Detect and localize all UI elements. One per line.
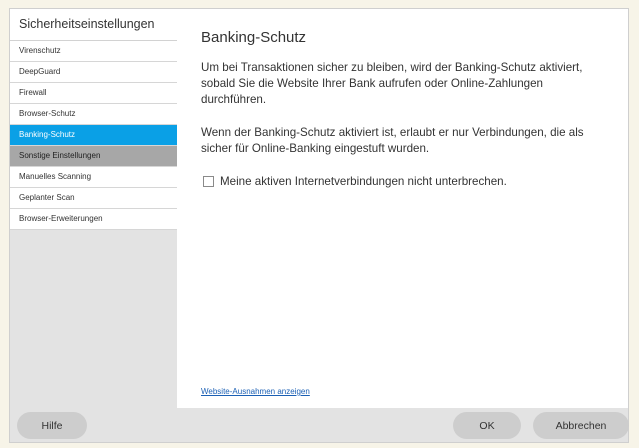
sidebar: Sicherheitseinstellungen Virenschutz Dee…	[10, 9, 177, 408]
sidebar-item-deepguard[interactable]: DeepGuard	[10, 62, 177, 83]
sidebar-item-geplanter-scan[interactable]: Geplanter Scan	[10, 188, 177, 209]
ok-button[interactable]: OK	[453, 412, 521, 439]
footer-bar: Hilfe OK Abbrechen	[10, 408, 629, 442]
content-panel: Banking-Schutz Um bei Transaktionen sich…	[177, 9, 628, 408]
sidebar-title: Sicherheitseinstellungen	[10, 9, 177, 41]
sidebar-item-browser-schutz[interactable]: Browser-Schutz	[10, 104, 177, 125]
sidebar-nav: Virenschutz DeepGuard Firewall Browser-S…	[10, 41, 177, 230]
sidebar-item-virenschutz[interactable]: Virenschutz	[10, 41, 177, 62]
keep-connections-label: Meine aktiven Internetverbindungen nicht…	[220, 175, 507, 188]
sidebar-item-firewall[interactable]: Firewall	[10, 83, 177, 104]
description-paragraph-2: Wenn der Banking-Schutz aktiviert ist, e…	[201, 126, 584, 155]
keep-connections-option[interactable]: Meine aktiven Internetverbindungen nicht…	[201, 175, 507, 188]
settings-window: Sicherheitseinstellungen Virenschutz Dee…	[9, 8, 629, 443]
description-paragraph-1: Um bei Transaktionen sicher zu bleiben, …	[201, 61, 583, 106]
keep-connections-checkbox[interactable]	[203, 176, 214, 187]
sidebar-item-sonstige-einstellungen[interactable]: Sonstige Einstellungen	[10, 146, 177, 167]
website-exceptions-link[interactable]: Website-Ausnahmen anzeigen	[201, 387, 310, 396]
page-title: Banking-Schutz	[201, 29, 307, 46]
sidebar-item-banking-schutz[interactable]: Banking-Schutz	[10, 125, 177, 146]
sidebar-item-manuelles-scanning[interactable]: Manuelles Scanning	[10, 167, 177, 188]
cancel-button[interactable]: Abbrechen	[533, 412, 629, 439]
help-button[interactable]: Hilfe	[17, 412, 87, 439]
sidebar-item-browser-erweiterungen[interactable]: Browser-Erweiterungen	[10, 209, 177, 230]
